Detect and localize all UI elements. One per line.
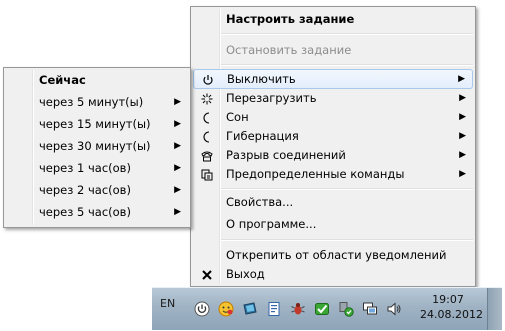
monitor-tray-icon[interactable] — [242, 301, 258, 317]
menu-item-label: Открепить от области уведомлений — [226, 248, 447, 262]
submenu-arrow-icon: ▶ — [459, 112, 466, 122]
menu-item-label: Перезагрузить — [226, 91, 317, 105]
submenu-item-5-minutes[interactable]: через 5 минут(ы) ▶ — [6, 93, 188, 113]
submenu-arrow-icon: ▶ — [174, 163, 181, 173]
menu-item-unpin-tray[interactable]: Открепить от области уведомлений — [193, 246, 473, 266]
taskbar-notification-area: EN 19:07 24.08.2012 — [152, 287, 502, 330]
system-clock[interactable]: 19:07 24.08.2012 — [420, 292, 483, 322]
menu-item-sleep[interactable]: Сон ▶ — [193, 108, 473, 128]
menu-item-configure-task[interactable]: Настроить задание — [193, 10, 473, 30]
show-desktop-button[interactable] — [487, 288, 502, 330]
power-tray-icon[interactable] — [194, 301, 210, 317]
submenu-arrow-icon: ▶ — [174, 185, 181, 195]
submenu-item-label: через 5 час(ов) — [39, 205, 131, 219]
disconnect-phone-icon — [199, 148, 215, 164]
submenu-item-5-hours[interactable]: через 5 час(ов) ▶ — [6, 203, 188, 223]
network-tray-icon[interactable] — [362, 301, 378, 317]
submenu-item-label: через 30 минут(ы) — [39, 139, 151, 153]
menu-item-label: Гибернация — [226, 129, 299, 143]
menu-item-label: Сон — [226, 110, 249, 124]
submenu-arrow-icon: ▶ — [459, 131, 466, 141]
submenu-item-label: через 15 минут(ы) — [39, 117, 151, 131]
speaker-tray-icon[interactable] — [386, 301, 402, 317]
context-menu: Настроить задание Остановить задание Вык… — [190, 6, 476, 287]
document-tray-icon[interactable] — [266, 301, 282, 317]
submenu-arrow-icon: ▶ — [174, 141, 181, 151]
menu-item-label: Разрыв соединений — [226, 148, 346, 162]
submenu-item-label: Сейчас — [39, 73, 86, 87]
submenu-arrow-icon: ▶ — [459, 150, 466, 160]
menu-item-label: Настроить задание — [226, 12, 355, 26]
menu-item-shutdown[interactable]: Выключить ▶ — [193, 69, 473, 89]
clock-time: 19:07 — [432, 293, 464, 306]
menu-item-label: Свойства... — [226, 195, 294, 209]
menu-separator — [221, 188, 473, 190]
green-check-tray-icon[interactable] — [314, 301, 330, 317]
menu-item-label: Предопределенные команды — [226, 167, 405, 181]
shield-tray-icon[interactable] — [338, 301, 354, 317]
menu-item-predefined-commands[interactable]: Предопределенные команды ▶ — [193, 165, 473, 185]
bug-tray-icon[interactable] — [290, 301, 306, 317]
language-indicator[interactable]: EN — [160, 297, 175, 310]
submenu-item-30-minutes[interactable]: через 30 минут(ы) ▶ — [6, 137, 188, 157]
submenu-arrow-icon: ▶ — [459, 93, 466, 103]
submenu-item-label: через 5 минут(ы) — [39, 95, 144, 109]
menu-item-properties[interactable]: Свойства... — [193, 193, 473, 213]
menu-separator — [221, 64, 473, 66]
submenu-item-now[interactable]: Сейчас — [6, 71, 188, 91]
menu-item-label: О программе... — [226, 217, 317, 231]
menu-item-exit[interactable]: Выход — [193, 265, 473, 285]
menu-item-about[interactable]: О программе... — [193, 215, 473, 235]
submenu-item-1-hour[interactable]: через 1 час(ов) ▶ — [6, 159, 188, 179]
submenu-item-2-hours[interactable]: через 2 час(ов) ▶ — [6, 181, 188, 201]
power-icon — [200, 72, 216, 88]
menu-item-disconnect[interactable]: Разрыв соединений ▶ — [193, 146, 473, 166]
sleep-moon-icon — [199, 110, 215, 126]
submenu-item-label: через 2 час(ов) — [39, 183, 131, 197]
submenu-arrow-icon: ▶ — [174, 207, 181, 217]
submenu-arrow-icon: ▶ — [174, 119, 181, 129]
menu-item-label: Остановить задание — [226, 43, 352, 57]
submenu-arrow-icon: ▶ — [174, 97, 181, 107]
close-x-icon — [199, 267, 215, 283]
menu-separator — [221, 239, 473, 241]
submenu-arrow-icon: ▶ — [458, 74, 465, 84]
menu-item-restart[interactable]: Перезагрузить ▶ — [193, 89, 473, 109]
menu-item-label: Выключить — [227, 72, 296, 86]
submenu-arrow-icon: ▶ — [459, 169, 466, 179]
shutdown-submenu: Сейчас через 5 минут(ы) ▶ через 15 минут… — [3, 67, 191, 228]
clock-date: 24.08.2012 — [420, 308, 483, 321]
submenu-item-label: через 1 час(ов) — [39, 161, 131, 175]
submenu-item-15-minutes[interactable]: через 15 минут(ы) ▶ — [6, 115, 188, 135]
restart-icon — [199, 91, 215, 107]
menu-item-stop-task: Остановить задание — [193, 41, 473, 61]
commands-icon — [199, 167, 215, 183]
hibernate-moon-icon — [199, 129, 215, 145]
menu-item-label: Выход — [226, 267, 265, 281]
menu-item-hibernate[interactable]: Гибернация ▶ — [193, 127, 473, 147]
menu-separator — [221, 33, 473, 35]
smiley-tray-icon[interactable] — [218, 301, 234, 317]
